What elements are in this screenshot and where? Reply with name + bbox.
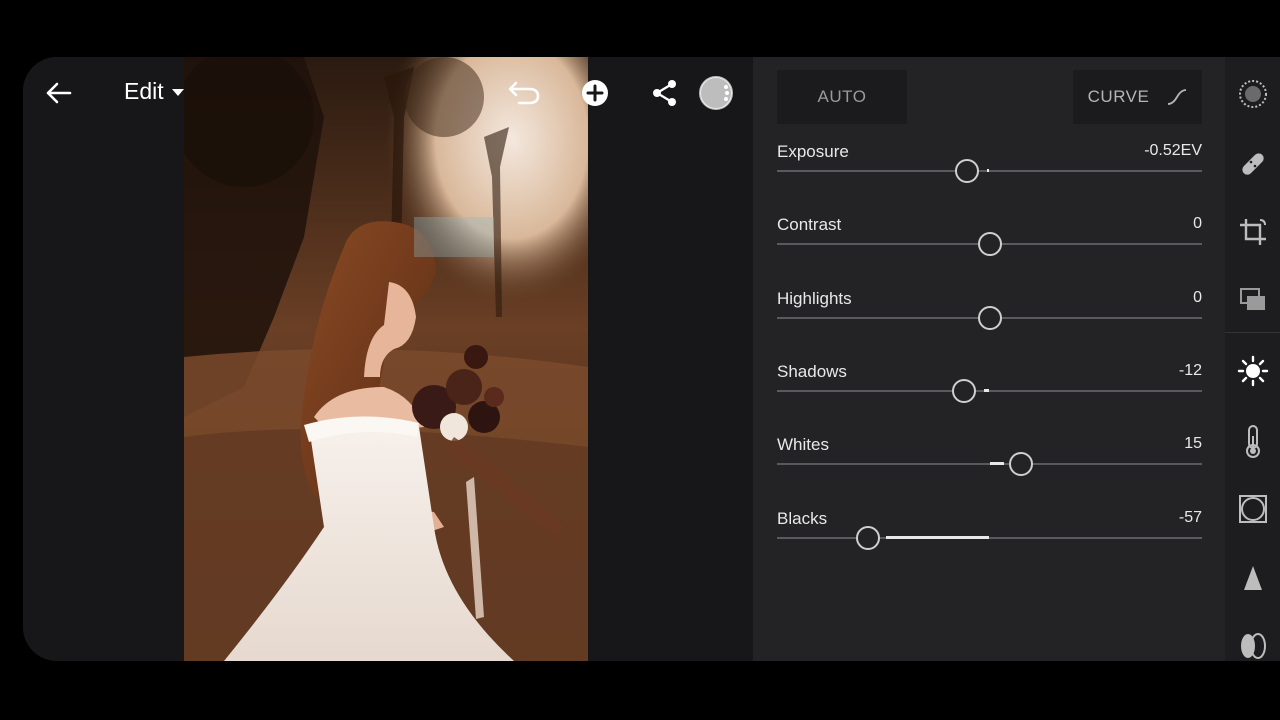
slider-fill bbox=[983, 388, 990, 392]
vignette-icon[interactable] bbox=[1225, 487, 1280, 531]
slider-fill bbox=[986, 169, 990, 172]
slider-label: Contrast bbox=[777, 215, 842, 235]
slider-fill bbox=[886, 535, 990, 539]
curve-label: CURVE bbox=[1087, 87, 1150, 106]
slider-highlights[interactable]: Highlights 0 bbox=[777, 289, 1202, 349]
edit-mode-dropdown[interactable]: Edit bbox=[124, 78, 184, 105]
back-arrow-icon[interactable] bbox=[43, 77, 75, 109]
curve-icon bbox=[1168, 89, 1187, 105]
slider-shadows[interactable]: Shadows -12 bbox=[777, 362, 1202, 422]
rail-divider bbox=[1225, 332, 1280, 333]
auto-label: AUTO bbox=[817, 87, 867, 106]
slider-label: Exposure bbox=[777, 142, 849, 161]
share-icon[interactable] bbox=[648, 76, 682, 110]
bride-photo bbox=[184, 57, 588, 661]
slider-fill bbox=[989, 462, 1004, 466]
light-adjustment-panel: AUTO CURVE Exposure -0.52EV Contrast 0 Highl… bbox=[753, 57, 1225, 661]
slider-thumb[interactable] bbox=[954, 159, 979, 183]
presets-icon[interactable] bbox=[1225, 72, 1280, 116]
crop-icon[interactable] bbox=[1225, 210, 1280, 254]
photo-viewer: Edit bbox=[23, 57, 753, 661]
slider-exposure[interactable]: Exposure -0.52EV bbox=[777, 142, 1202, 202]
slider-label: Blacks bbox=[777, 508, 828, 528]
slider-value: -12 bbox=[1178, 361, 1202, 379]
slider-thumb[interactable] bbox=[977, 305, 1002, 330]
slider-track[interactable] bbox=[777, 170, 1202, 172]
slider-value: 0 bbox=[1193, 288, 1202, 306]
light-icon[interactable] bbox=[1225, 349, 1280, 393]
healing-icon[interactable] bbox=[1225, 142, 1280, 186]
slider-value: -0.52EV bbox=[1144, 142, 1202, 159]
optics-icon[interactable] bbox=[1225, 624, 1280, 661]
slider-thumb[interactable] bbox=[856, 525, 881, 550]
slider-track[interactable] bbox=[777, 389, 1202, 392]
detail-icon[interactable] bbox=[1225, 556, 1280, 600]
slider-whites[interactable]: Whites 15 bbox=[777, 435, 1202, 495]
temperature-icon[interactable] bbox=[1225, 419, 1280, 463]
compare-icon[interactable] bbox=[696, 73, 736, 113]
layers-icon[interactable] bbox=[1225, 278, 1280, 322]
edit-mode-label: Edit bbox=[124, 78, 164, 104]
slider-thumb[interactable] bbox=[952, 378, 976, 403]
photo-canvas[interactable] bbox=[184, 57, 588, 661]
curve-button[interactable]: CURVE bbox=[1073, 70, 1202, 124]
tool-rail bbox=[1225, 57, 1280, 661]
app-window: Edit AUTO CURVE Exposure -0.52EV Contrast 0… bbox=[23, 57, 1280, 661]
slider-value: -57 bbox=[1178, 508, 1202, 526]
slider-blacks[interactable]: Blacks -57 bbox=[777, 509, 1202, 569]
slider-label: Shadows bbox=[777, 361, 847, 381]
slider-thumb[interactable] bbox=[1009, 452, 1034, 477]
slider-track[interactable] bbox=[777, 536, 1202, 539]
slider-label: Highlights bbox=[777, 288, 852, 308]
slider-contrast[interactable]: Contrast 0 bbox=[777, 215, 1202, 275]
auto-button[interactable]: AUTO bbox=[777, 70, 907, 124]
slider-label: Whites bbox=[777, 435, 829, 455]
slider-value: 15 bbox=[1184, 435, 1202, 453]
chevron-down-icon bbox=[171, 89, 184, 96]
add-icon[interactable] bbox=[578, 76, 612, 110]
undo-icon[interactable] bbox=[506, 77, 542, 109]
slider-value: 0 bbox=[1193, 215, 1202, 233]
slider-thumb[interactable] bbox=[977, 232, 1002, 257]
